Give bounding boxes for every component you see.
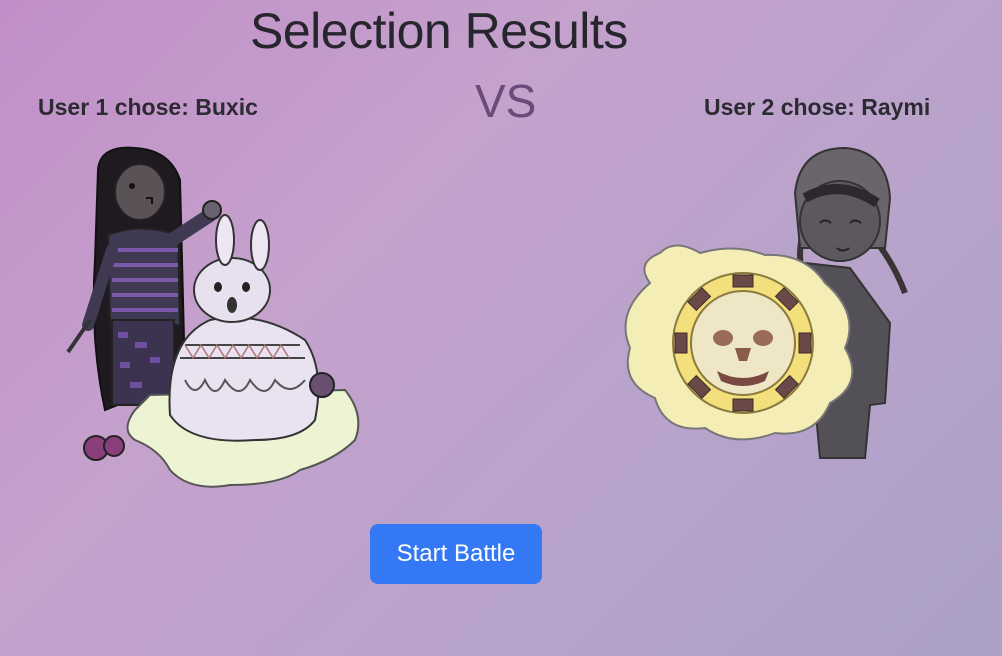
raymi-character-image bbox=[615, 143, 925, 463]
user1-choice-label: User 1 chose: Buxic bbox=[38, 94, 258, 120]
buxic-character-image bbox=[60, 140, 370, 495]
start-battle-button[interactable]: Start Battle bbox=[370, 524, 542, 584]
vs-label: VS bbox=[475, 75, 537, 127]
user2-choice-label: User 2 chose: Raymi bbox=[704, 94, 931, 120]
page-title: Selection Results bbox=[250, 3, 628, 59]
